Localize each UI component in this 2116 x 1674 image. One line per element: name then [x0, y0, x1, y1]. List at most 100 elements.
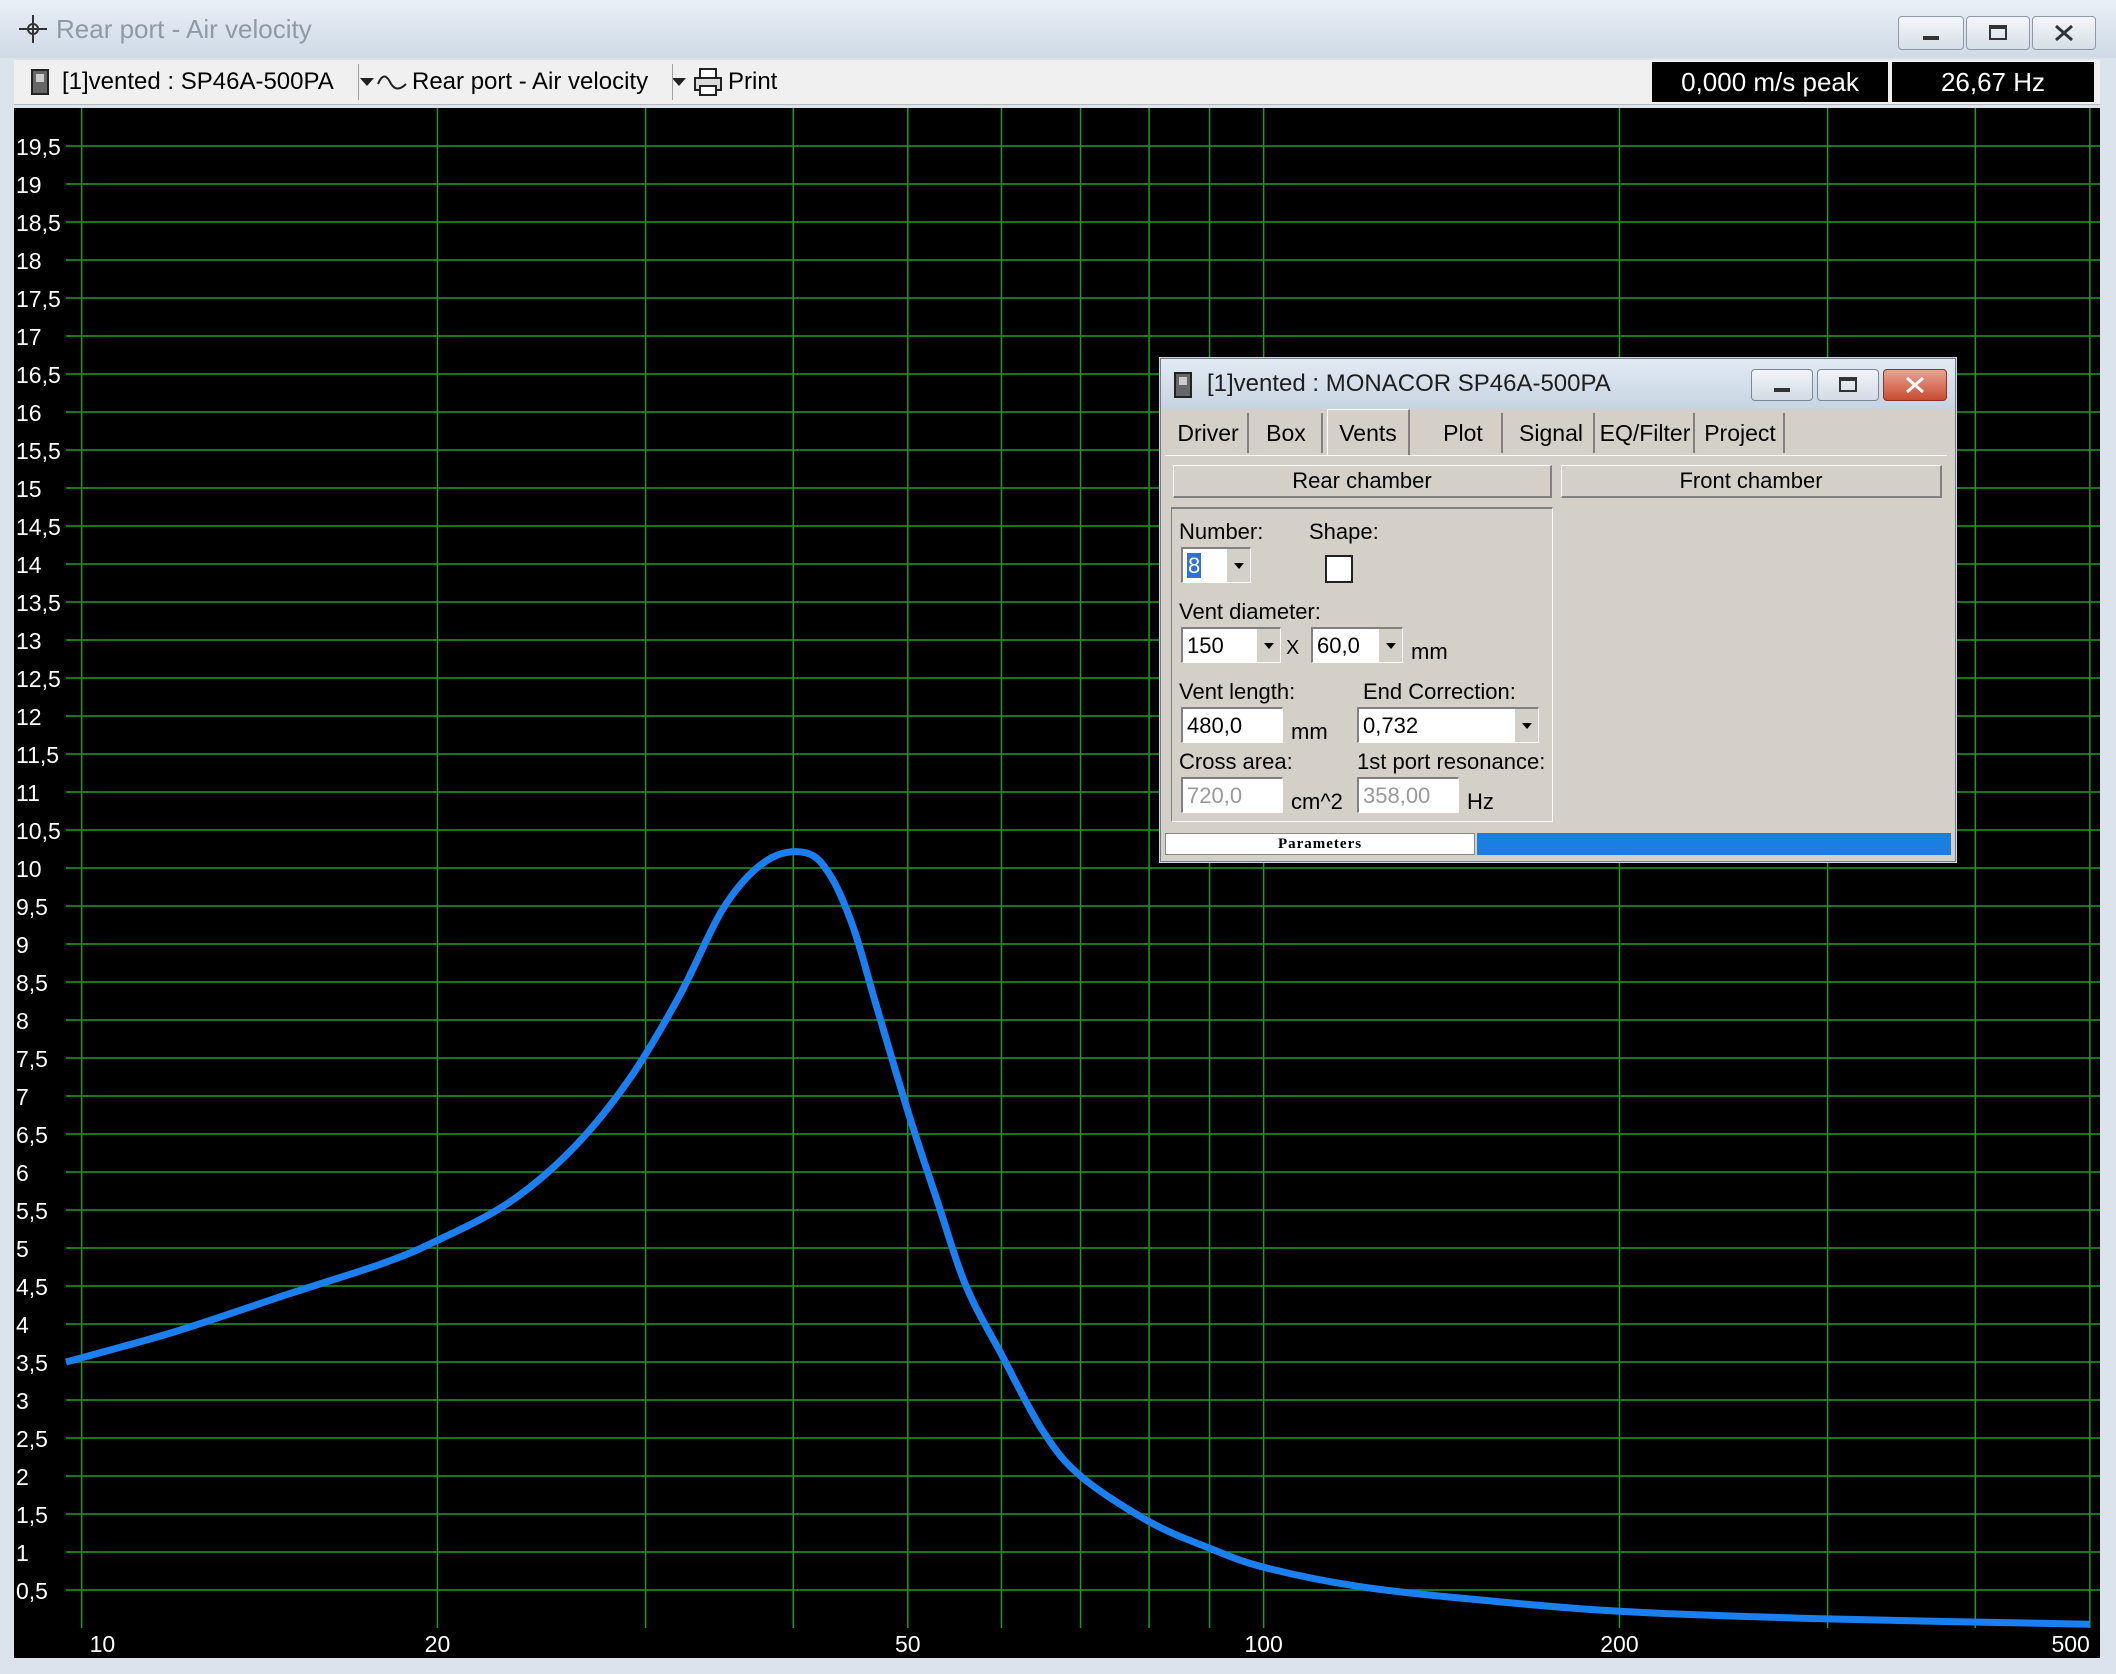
dialog-maximize-button[interactable]: [1817, 369, 1879, 401]
dialog-title: [1]vented : MONACOR SP46A-500PA: [1207, 370, 1611, 397]
dialog-minimize-button[interactable]: [1751, 369, 1813, 401]
end-correction-value: 0,732: [1363, 713, 1419, 738]
restore-icon: [1839, 377, 1857, 392]
y-tick-label: 18: [16, 248, 42, 274]
dialog-close-button[interactable]: [1883, 369, 1947, 401]
vent-length-label: Vent length:: [1179, 679, 1296, 704]
y-tick-label: 13: [16, 628, 42, 654]
x-tick-label: 50: [895, 1631, 921, 1657]
chevron-down-icon: [672, 78, 687, 86]
x-tick-label: 200: [1600, 1631, 1638, 1657]
tab-project[interactable]: Project: [1697, 413, 1785, 453]
frequency-readout: 26,67 Hz: [1892, 62, 2094, 102]
y-tick-label: 1,5: [16, 1502, 48, 1528]
chevron-down-icon[interactable]: [1256, 629, 1280, 662]
y-tick-label: 16: [16, 400, 42, 426]
y-tick-label: 5: [16, 1236, 29, 1262]
y-tick-label: 19: [16, 172, 42, 198]
vent-length-input[interactable]: 480,0: [1181, 707, 1283, 743]
vent-height-dropdown[interactable]: 60,0: [1311, 627, 1403, 663]
title-bar: Rear port - Air velocity: [0, 0, 2116, 58]
y-tick-label: 9: [16, 932, 29, 958]
y-tick-label: 10,5: [16, 818, 61, 844]
print-label: Print: [728, 68, 778, 95]
y-tick-label: 10: [16, 856, 42, 882]
port-resonance-label: 1st port resonance:: [1357, 749, 1546, 774]
close-icon: [1906, 376, 1924, 394]
close-button[interactable]: [2032, 16, 2096, 50]
chevron-down-icon[interactable]: [1226, 549, 1250, 582]
dialog-title-bar: [1]vented : MONACOR SP46A-500PA: [1161, 359, 1955, 409]
y-tick-label: 14,5: [16, 514, 61, 540]
crosshair-icon: [19, 15, 47, 43]
vent-length-unit: mm: [1291, 719, 1328, 744]
graph-selector[interactable]: Rear port - Air velocity: [376, 64, 694, 100]
project-selector-label: [1]vented : SP46A-500PA: [62, 68, 334, 95]
dialog-status-bar: Parameters: [1165, 833, 1951, 855]
y-tick-label: 13,5: [16, 590, 61, 616]
toolbar-separator: [672, 64, 673, 100]
maximize-button[interactable]: [1966, 16, 2030, 50]
y-tick-label: 16,5: [16, 362, 61, 388]
window-title: Rear port - Air velocity: [56, 14, 312, 44]
air-velocity-series-line: [65, 848, 2090, 1628]
tab-box[interactable]: Box: [1251, 413, 1323, 453]
front-chamber-button[interactable]: Front chamber: [1561, 465, 1942, 498]
toolbar-separator: [358, 64, 359, 100]
y-tick-label: 12: [16, 704, 42, 730]
speaker-icon: [1174, 372, 1192, 398]
restore-icon: [1989, 25, 2007, 40]
y-tick-label: 6: [16, 1160, 29, 1186]
y-tick-label: 5,5: [16, 1198, 48, 1224]
y-tick-label: 12,5: [16, 666, 61, 692]
tab-driver[interactable]: Driver: [1169, 413, 1249, 453]
tab-plot[interactable]: Plot: [1425, 413, 1503, 453]
y-tick-label: 4,5: [16, 1274, 48, 1300]
graph-selector-label: Rear port - Air velocity: [412, 68, 649, 95]
air-velocity-plot[interactable]: 0,5 1 1,5 2 2,5 3 3,5 4 4,5 5 5,5 6 6,5 7 7,5 8 8,5 9 9,5 1…: [14, 108, 2100, 1658]
number-label: Number:: [1179, 519, 1264, 544]
y-tick-label: 17,5: [16, 286, 61, 312]
y-tick-label: 11,5: [16, 742, 59, 768]
tab-vents[interactable]: Vents: [1327, 409, 1410, 456]
end-correction-dropdown[interactable]: 0,732: [1357, 707, 1539, 743]
y-tick-label: 3: [16, 1388, 29, 1414]
y-tick-label: 14: [16, 552, 42, 578]
rear-chamber-button[interactable]: Rear chamber: [1173, 465, 1552, 498]
y-tick-label: 11: [16, 780, 40, 806]
x-tick-label: 20: [425, 1631, 451, 1657]
project-selector[interactable]: [1]vented : SP46A-500PA: [30, 64, 382, 100]
vent-height-value: 60,0: [1317, 633, 1360, 658]
driver-parameters-dialog: [1]vented : MONACOR SP46A-500PA Driver B…: [1160, 358, 1956, 862]
vent-diameter-dropdown[interactable]: 150: [1181, 627, 1281, 663]
y-tick-label: 9,5: [16, 894, 48, 920]
vent-diameter-unit: mm: [1411, 639, 1448, 664]
y-tick-label: 4: [16, 1312, 29, 1338]
y-tick-label: 2: [16, 1464, 29, 1490]
minimize-button[interactable]: [1898, 16, 1964, 50]
y-tick-label: 8,5: [16, 970, 48, 996]
x-tick-label: 100: [1244, 1631, 1282, 1657]
chevron-down-icon[interactable]: [1514, 709, 1538, 742]
number-dropdown[interactable]: 8: [1181, 547, 1251, 583]
y-tick-label: 3,5: [16, 1350, 48, 1376]
end-correction-label: End Correction:: [1363, 679, 1516, 704]
chevron-down-icon[interactable]: [1378, 629, 1402, 662]
speaker-icon: [31, 69, 49, 95]
y-tick-label: 18,5: [16, 210, 61, 236]
y-tick-label: 2,5: [16, 1426, 48, 1452]
y-tick-label: 15: [16, 476, 42, 502]
y-tick-label: 7,5: [16, 1046, 48, 1072]
tab-signal[interactable]: Signal: [1509, 413, 1595, 453]
tab-eq-filter[interactable]: EQ/Filter: [1597, 413, 1695, 453]
y-tick-label: 6,5: [16, 1122, 48, 1148]
vent-diameter-label: Vent diameter:: [1179, 599, 1321, 624]
port-resonance-field: 358,00: [1357, 777, 1459, 813]
status-progress: [1477, 833, 1951, 855]
shape-selector[interactable]: [1325, 555, 1353, 583]
x-tick-label: 10: [90, 1631, 116, 1657]
print-button[interactable]: Print: [692, 64, 777, 100]
cross-area-unit: cm^2: [1291, 789, 1343, 814]
waveform-icon: [377, 75, 407, 90]
vent-diameter-value: 150: [1187, 633, 1224, 658]
